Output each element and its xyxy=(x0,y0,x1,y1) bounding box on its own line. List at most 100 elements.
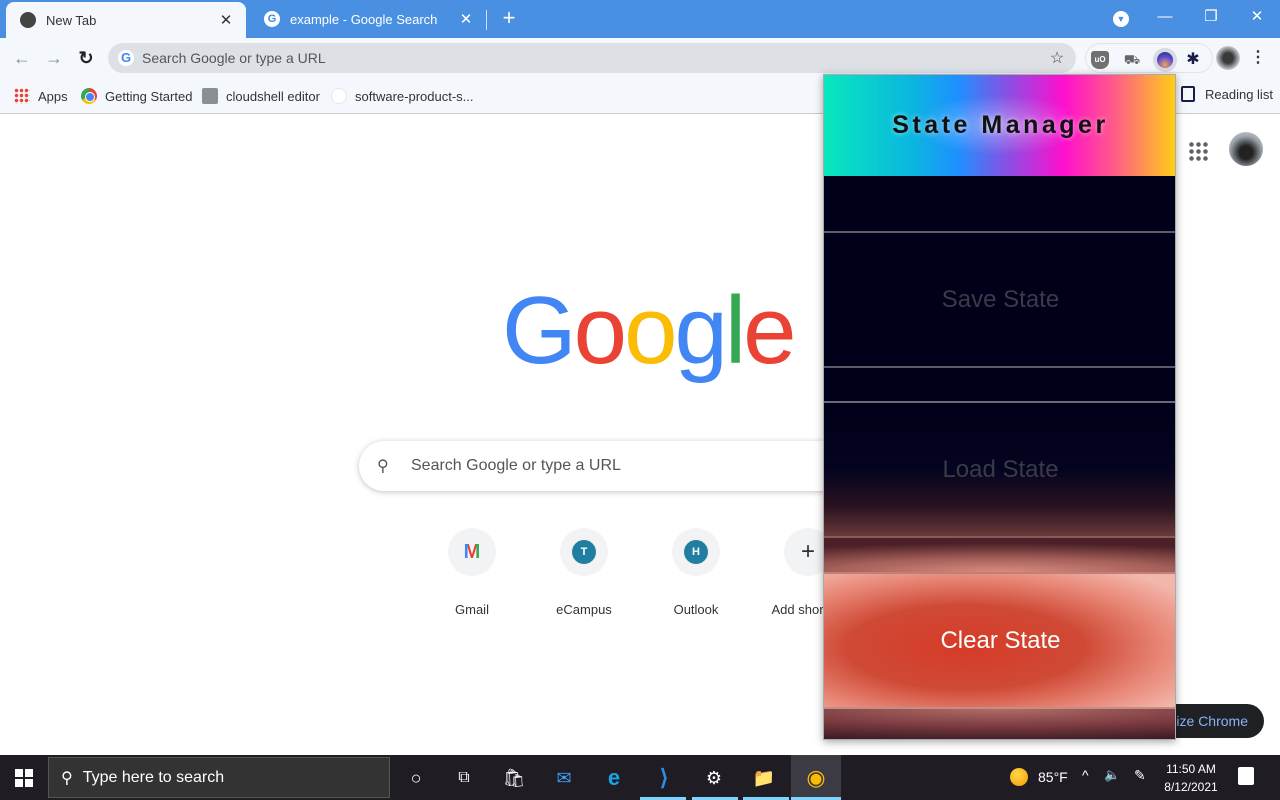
github-icon xyxy=(331,88,347,104)
file-explorer-icon[interactable]: 📁 xyxy=(751,765,777,791)
shortcut-tile: T xyxy=(560,528,608,576)
reading-list-button[interactable]: Reading list xyxy=(1181,86,1273,102)
shortcut-ecampus[interactable]: T eCampus xyxy=(528,528,640,617)
account-avatar[interactable] xyxy=(1229,132,1263,166)
extensions-puzzle-icon[interactable]: ✱ xyxy=(1184,51,1202,69)
letter-h-icon: H xyxy=(684,540,708,564)
new-tab-button[interactable]: + xyxy=(498,6,520,30)
bookmark-software-product[interactable]: software-product-s... xyxy=(331,86,474,106)
button-spacer xyxy=(824,536,1175,572)
google-g-icon: G xyxy=(264,11,280,27)
windows-taskbar: ⚲ Type here to search ○ ⧉ 🛍 ✉ e ⟩ ⚙ 📁 ◉ … xyxy=(0,755,1280,800)
taskbar-search-input[interactable]: ⚲ Type here to search xyxy=(48,757,390,798)
restore-button[interactable]: ❐ xyxy=(1196,6,1226,28)
logo-letter: l xyxy=(724,277,746,384)
chrome-menu-icon[interactable]: ⋮ xyxy=(1250,46,1266,70)
button-spacer xyxy=(824,707,1175,739)
logo-letter: G xyxy=(502,277,577,384)
bookmark-label: Getting Started xyxy=(105,88,193,104)
windows-logo-icon xyxy=(15,768,33,787)
google-logo: Google xyxy=(502,283,797,379)
weather-sun-icon[interactable] xyxy=(1010,768,1028,786)
chrome-taskbar-icon[interactable]: ◉ xyxy=(803,765,829,791)
load-state-button[interactable]: Load State xyxy=(824,401,1175,536)
popup-title: State Manager xyxy=(892,111,1109,139)
button-spacer xyxy=(824,366,1175,401)
logo-letter: e xyxy=(743,277,796,384)
shortcut-gmail[interactable]: M Gmail xyxy=(416,528,528,617)
state-manager-popup: State Manager Save State Load State Clea… xyxy=(823,74,1176,740)
back-button[interactable]: ← xyxy=(10,46,34,70)
bookmark-star-icon[interactable]: ☆ xyxy=(1044,48,1070,68)
bookmark-label: Apps xyxy=(38,88,68,104)
search-icon: ⚲ xyxy=(61,769,73,787)
bookmark-cloudshell-editor[interactable]: cloudshell editor xyxy=(202,86,320,106)
extensions-group: uO ⛟ ✱ xyxy=(1085,43,1213,73)
shortcut-tile: M xyxy=(448,528,496,576)
search-icon: ⚲ xyxy=(377,458,389,475)
microsoft-store-icon[interactable]: 🛍 xyxy=(501,765,527,791)
tab-new-tab[interactable]: New Tab ✕ xyxy=(6,2,246,38)
popup-header: State Manager xyxy=(824,75,1175,176)
close-tab-icon[interactable]: ✕ xyxy=(214,11,238,29)
logo-letter: g xyxy=(674,277,727,384)
plus-icon: + xyxy=(800,538,815,565)
clock-date: 8/12/2021 xyxy=(1164,780,1218,794)
bookmark-label: cloudshell editor xyxy=(226,88,320,104)
save-state-button[interactable]: Save State xyxy=(824,231,1175,366)
bookmark-apps[interactable]: Apps xyxy=(14,86,68,106)
taskbar-search-placeholder: Type here to search xyxy=(82,768,225,786)
tab-title: New Tab xyxy=(46,12,97,28)
vscode-icon[interactable]: ⟩ xyxy=(651,765,677,791)
forward-button[interactable]: → xyxy=(42,46,66,70)
tab-search-icon[interactable]: ▼ xyxy=(1113,11,1129,27)
bookmark-label: software-product-s... xyxy=(355,88,474,104)
tray-chevron-icon[interactable]: ^ xyxy=(1082,767,1089,783)
title-bar: New Tab ✕ G example - Google Search ✕ + … xyxy=(0,0,1280,38)
shortcut-label: Gmail xyxy=(455,602,489,617)
pen-icon[interactable]: ✎ xyxy=(1134,767,1146,784)
reading-list-label: Reading list xyxy=(1205,86,1273,102)
shortcut-outlook[interactable]: H Outlook xyxy=(640,528,752,617)
browser-toolbar: ← → ↻ G Search Google or type a URL ☆ uO… xyxy=(0,38,1280,78)
task-view-icon[interactable]: ⧉ xyxy=(451,765,477,791)
close-window-button[interactable]: ✕ xyxy=(1242,6,1272,28)
cortana-icon[interactable]: ○ xyxy=(403,765,429,791)
close-tab-icon[interactable]: ✕ xyxy=(454,10,478,28)
ublock-origin-icon[interactable]: uO xyxy=(1091,51,1109,69)
settings-gear-icon[interactable]: ⚙ xyxy=(701,765,727,791)
edge-icon[interactable]: e xyxy=(601,765,627,791)
bookmark-getting-started[interactable]: Getting Started xyxy=(81,86,192,106)
orb-icon xyxy=(1157,52,1173,68)
volume-icon[interactable]: 🔈 xyxy=(1104,767,1120,783)
google-apps-icon[interactable] xyxy=(1188,141,1208,161)
gmail-icon: M xyxy=(463,540,481,563)
shortcut-tile: H xyxy=(672,528,720,576)
mail-icon[interactable]: ✉ xyxy=(551,765,577,791)
weather-temperature[interactable]: 85°F xyxy=(1038,769,1068,785)
notifications-icon[interactable] xyxy=(1238,767,1254,785)
tab-title: example - Google Search xyxy=(290,11,438,27)
chrome-icon xyxy=(20,12,36,28)
google-g-icon: G xyxy=(118,50,134,66)
clock-time: 11:50 AM xyxy=(1166,762,1216,776)
chrome-icon xyxy=(81,88,97,104)
system-clock[interactable]: 11:50 AM 8/12/2021 xyxy=(1158,760,1224,796)
search-placeholder: Search Google or type a URL xyxy=(411,457,621,474)
tab-divider xyxy=(486,10,487,30)
logo-letter: o xyxy=(573,277,627,384)
fox-extension-icon[interactable]: ⛟ xyxy=(1123,51,1141,69)
shortcut-label: eCampus xyxy=(556,602,612,617)
reload-button[interactable]: ↻ xyxy=(74,46,98,70)
address-bar[interactable]: G Search Google or type a URL ☆ xyxy=(108,43,1076,73)
shortcut-label: Outlook xyxy=(673,602,719,617)
clear-state-button[interactable]: Clear State xyxy=(824,572,1175,707)
state-manager-extension-icon[interactable] xyxy=(1153,48,1177,72)
reading-list-icon xyxy=(1181,86,1195,102)
cloudshell-icon xyxy=(202,88,218,104)
tab-example-search[interactable]: G example - Google Search ✕ xyxy=(250,0,486,38)
minimize-button[interactable]: — xyxy=(1150,6,1180,28)
profile-avatar[interactable] xyxy=(1216,46,1240,70)
address-bar-placeholder: Search Google or type a URL xyxy=(142,50,326,66)
start-button[interactable] xyxy=(0,755,48,800)
